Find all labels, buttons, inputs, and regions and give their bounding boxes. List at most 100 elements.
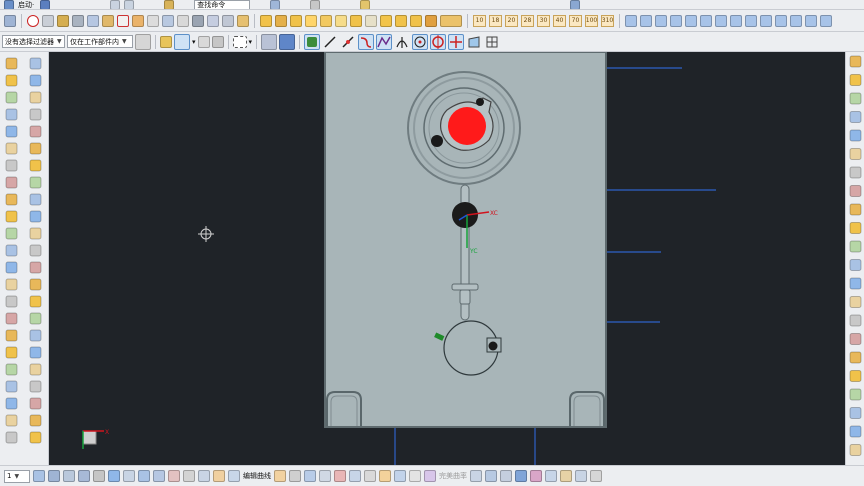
body-icon[interactable]	[279, 33, 296, 50]
cylinder-icon[interactable]	[147, 14, 159, 27]
snap-edit-icon[interactable]	[197, 35, 210, 48]
left-tool-icon-10-0[interactable]	[5, 227, 18, 240]
plate-icon-11[interactable]	[775, 14, 787, 27]
resource-tool-icon-11-0[interactable]	[849, 259, 862, 271]
layer-settings-icon[interactable]	[33, 470, 45, 482]
left-tool-icon-18-0[interactable]	[5, 363, 18, 376]
rectangle-select-icon[interactable]	[232, 35, 247, 48]
filter-settings-icon[interactable]	[135, 33, 151, 50]
left-tool-icon-8-1[interactable]	[29, 193, 42, 206]
left-tool-icon-13-0[interactable]	[5, 278, 18, 291]
resource-tool-icon-1-0[interactable]	[849, 74, 862, 86]
size-310-button[interactable]: 310	[601, 14, 614, 27]
bolt-icon[interactable]	[57, 14, 69, 27]
measure-icon[interactable]	[485, 470, 497, 482]
plate-icon-6[interactable]	[700, 14, 712, 27]
left-tool-icon-3-1[interactable]	[29, 108, 42, 121]
resource-tool-icon-14-0[interactable]	[849, 314, 862, 327]
project-curve-icon[interactable]	[394, 470, 406, 482]
left-tool-icon-8-0[interactable]	[5, 193, 18, 206]
size-40-button[interactable]: 40	[553, 14, 566, 27]
wcs-dynamic-icon[interactable]	[138, 470, 150, 482]
snap-endpoint-button[interactable]	[304, 33, 321, 50]
copy-layer-icon[interactable]	[63, 470, 75, 482]
shell-icon[interactable]	[275, 14, 287, 27]
left-tool-icon-9-0[interactable]	[5, 210, 18, 223]
resource-tool-icon-12-0[interactable]	[849, 277, 862, 290]
trim-icon[interactable]	[290, 14, 302, 27]
left-tool-icon-19-0[interactable]	[5, 380, 18, 393]
offset-curve-icon[interactable]	[364, 470, 376, 482]
command-finder[interactable]: 查找命令	[194, 0, 251, 9]
curve-icon[interactable]	[117, 14, 129, 27]
resource-tool-icon-9-0[interactable]	[849, 222, 862, 234]
left-tool-icon-7-1[interactable]	[29, 176, 42, 189]
left-tool-icon-13-1[interactable]	[29, 278, 42, 291]
wcs-origin-icon[interactable]	[108, 470, 120, 482]
split-icon[interactable]	[380, 14, 392, 27]
resource-tool-icon-6-0[interactable]	[849, 166, 862, 179]
left-tool-icon-1-1[interactable]	[29, 74, 42, 87]
save-icon[interactable]	[40, 0, 51, 9]
left-tool-icon-21-1[interactable]	[29, 414, 42, 427]
snap-intersection-button[interactable]	[394, 33, 411, 50]
helix-icon[interactable]	[228, 470, 240, 482]
left-tool-icon-0-1[interactable]	[29, 57, 42, 70]
plate-icon-13[interactable]	[805, 14, 817, 27]
wcs-rotate-icon[interactable]	[123, 470, 135, 482]
resource-tool-icon-2-0[interactable]	[849, 92, 862, 105]
redo-icon[interactable]	[124, 0, 135, 9]
resource-tool-icon-7-0[interactable]	[849, 185, 862, 197]
left-tool-icon-0-0[interactable]	[5, 57, 18, 70]
perfect-curve-label[interactable]: 完美曲率	[439, 471, 467, 481]
left-tool-icon-12-1[interactable]	[29, 261, 42, 274]
selection-filter-dropdown[interactable]: 没有选择过滤器 ▼	[2, 35, 65, 48]
plate-icon-12[interactable]	[790, 14, 802, 27]
blend-icon[interactable]	[237, 14, 249, 27]
snap-move-icon[interactable]	[211, 35, 224, 48]
window-icon[interactable]	[164, 0, 175, 9]
curvature-icon[interactable]	[530, 470, 542, 482]
bridge-curve-icon[interactable]	[379, 470, 391, 482]
fillet-curve-icon[interactable]	[334, 470, 346, 482]
resource-tool-icon-13-0[interactable]	[849, 296, 862, 308]
resource-tool-icon-21-0[interactable]	[849, 444, 862, 456]
snap-grid-point-button[interactable]	[484, 33, 501, 50]
hole-icon[interactable]	[207, 14, 219, 27]
resource-tool-icon-18-0[interactable]	[849, 388, 862, 401]
size-10-button[interactable]: 10	[473, 14, 486, 27]
work-layer-dropdown[interactable]: 1 ▼	[4, 469, 30, 483]
size-20-button[interactable]: 20	[505, 14, 518, 27]
flatten-icon[interactable]	[590, 470, 602, 482]
size-28-button[interactable]: 28	[521, 14, 534, 27]
wcs-icon[interactable]	[78, 470, 90, 482]
extrude-icon[interactable]	[162, 14, 174, 27]
plate-icon-9[interactable]	[745, 14, 757, 27]
combine-curve-icon[interactable]	[409, 470, 421, 482]
wrap-curve-icon[interactable]	[424, 470, 436, 482]
grid-icon[interactable]	[305, 14, 317, 27]
snap-curve-button[interactable]	[358, 33, 375, 50]
left-tool-icon-1-0[interactable]	[5, 74, 18, 87]
left-tool-icon-19-1[interactable]	[29, 380, 42, 393]
size-30-button[interactable]: 30	[537, 14, 550, 27]
solid-icon[interactable]	[261, 33, 278, 50]
left-tool-icon-20-0[interactable]	[5, 397, 18, 410]
fixture-icon[interactable]	[192, 14, 204, 27]
point-icon[interactable]	[168, 470, 180, 482]
shade-icon[interactable]	[570, 0, 581, 9]
cancel-icon[interactable]	[27, 14, 39, 27]
intersect-icon[interactable]	[425, 14, 437, 27]
clip-icon[interactable]	[515, 470, 527, 482]
pattern-icon[interactable]	[222, 14, 234, 27]
edit-curve-icon[interactable]	[274, 470, 286, 482]
edit-curve-label[interactable]: 编辑曲线	[243, 471, 271, 481]
box-icon[interactable]	[132, 14, 144, 27]
selection-scope-dropdown[interactable]: 仅在工作部件内 ▼	[67, 35, 133, 48]
analysis-icon[interactable]	[470, 470, 482, 482]
chain-icon[interactable]	[440, 14, 462, 27]
left-tool-icon-5-1[interactable]	[29, 142, 42, 155]
line-tool-icon[interactable]	[183, 470, 195, 482]
start-menu[interactable]: 启动·	[18, 0, 34, 9]
thicken-icon[interactable]	[350, 14, 362, 27]
